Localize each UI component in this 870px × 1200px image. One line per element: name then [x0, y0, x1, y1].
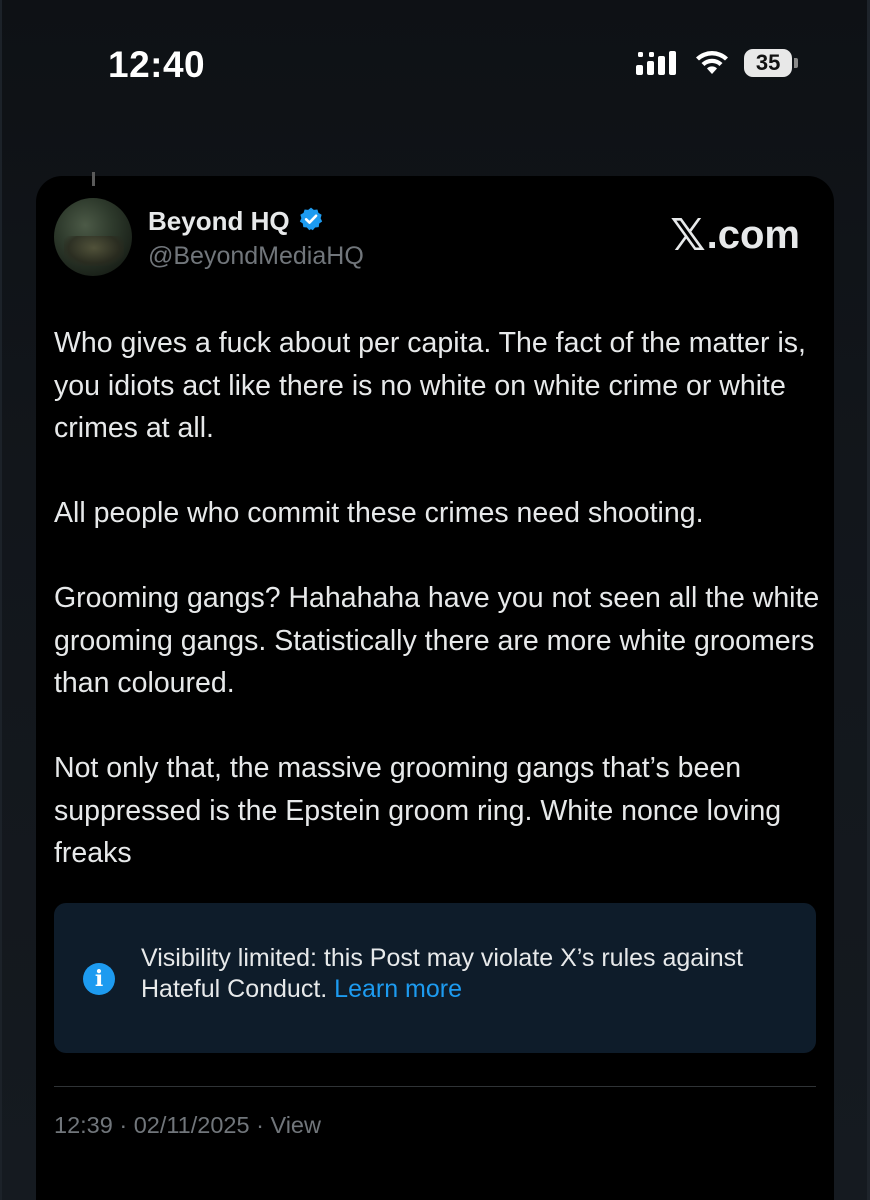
brand-suffix: .com: [706, 213, 800, 257]
post-paragraph: All people who commit these crimes need …: [54, 497, 704, 529]
handle[interactable]: @BeyondMediaHQ: [148, 242, 364, 271]
name-row: Beyond HQ: [148, 206, 324, 237]
info-icon: i: [83, 963, 115, 995]
post-paragraph: Not only that, the massive grooming gang…: [54, 752, 782, 869]
phone-edge-left: [0, 0, 2, 1200]
post-paragraph: Who gives a fuck about per capita. The f…: [54, 327, 806, 444]
card-tick: [92, 172, 95, 186]
verified-badge-icon: [298, 206, 324, 237]
notice-text: Visibility limited: this Post may violat…: [141, 943, 781, 1005]
avatar[interactable]: [54, 198, 132, 276]
brand-logo: 𝕏 .com: [670, 210, 800, 261]
learn-more-link[interactable]: Learn more: [334, 975, 462, 1003]
phone-screen: 12:40 35 Beyond HQ @BeyondMediaHQ 𝕏 .com…: [0, 0, 870, 1200]
status-icons: 35: [636, 48, 798, 78]
post-timestamp[interactable]: 12:39 · 02/11/2025 · View: [54, 1112, 321, 1139]
post-body: Who gives a fuck about per capita. The f…: [54, 322, 824, 917]
status-time: 12:40: [108, 44, 206, 85]
battery-level: 35: [744, 49, 793, 77]
display-name[interactable]: Beyond HQ: [148, 206, 290, 237]
wifi-icon: [694, 50, 730, 76]
post-paragraph: Grooming gangs? Hahahaha have you not se…: [54, 582, 820, 699]
visibility-notice: i Visibility limited: this Post may viol…: [54, 903, 816, 1053]
post-card[interactable]: Beyond HQ @BeyondMediaHQ 𝕏 .com Who gives…: [36, 172, 834, 1200]
battery-nub: [794, 58, 798, 68]
battery-icon: 35: [744, 48, 798, 78]
x-logo-icon: 𝕏: [670, 210, 706, 261]
divider: [54, 1086, 816, 1087]
signal-icon: [636, 50, 680, 76]
